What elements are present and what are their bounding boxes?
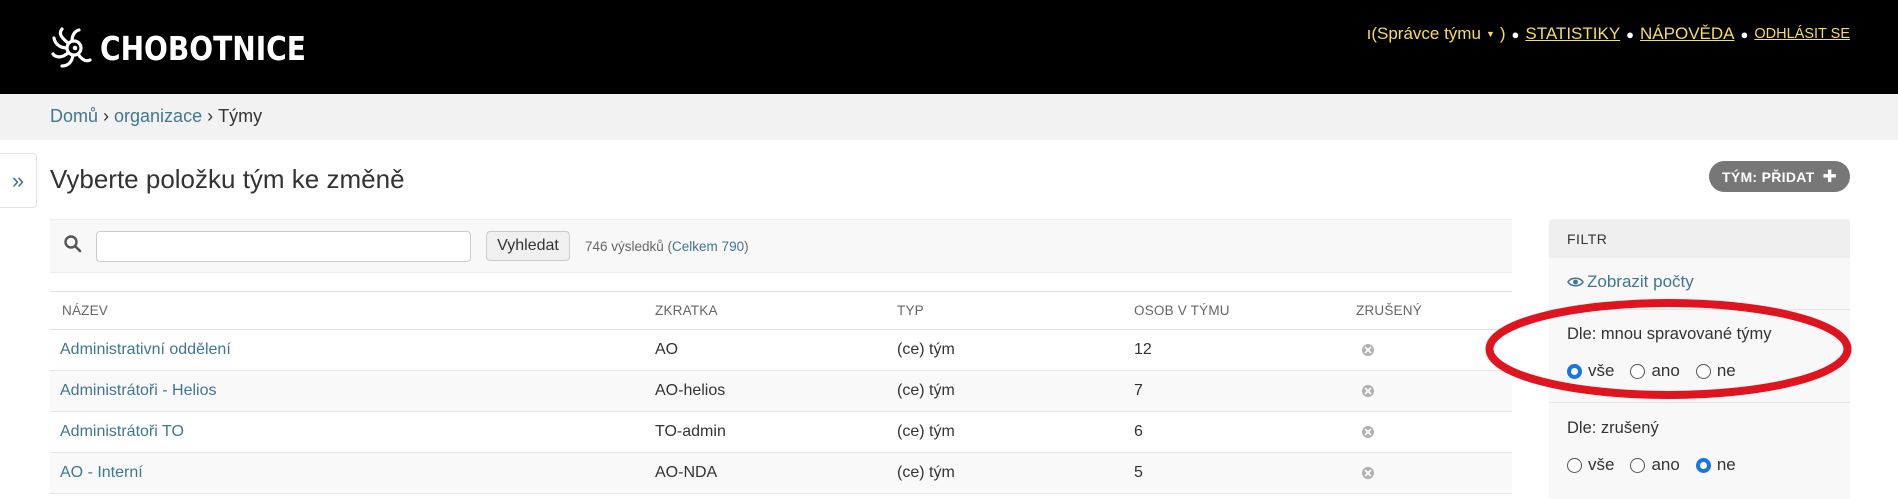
logout-link[interactable]: ODHLÁSIT SE xyxy=(1754,26,1850,42)
cell-name: Administrátoři - Helios xyxy=(50,370,654,412)
column-header-count[interactable]: OSOB V TÝMU xyxy=(1134,291,1356,330)
result-count-end: ) xyxy=(744,239,749,254)
octopus-logo-icon xyxy=(51,27,92,68)
table-header-row: NÁZEV ZKRATKA TYP OSOB V TÝMU ZRUŠENÝ xyxy=(50,291,1512,330)
cell-name: Administrativní oddělení xyxy=(50,329,654,371)
team-link[interactable]: Administrativní oddělení xyxy=(60,341,231,358)
filter-option-cancelled-yes[interactable]: ano xyxy=(1630,455,1680,475)
no-icon xyxy=(1362,343,1374,356)
search-button[interactable]: Vyhledat xyxy=(486,231,570,261)
cell-count: 12 xyxy=(1134,329,1356,371)
cell-type: (ce) tým xyxy=(897,452,1134,494)
table-row: Administrátoři TO TO-admin (ce) tým 6 xyxy=(50,411,1512,453)
brand[interactable]: CHOBOTNICE xyxy=(50,26,342,70)
cell-count: 5 xyxy=(1134,452,1356,494)
show-counts-label: Zobrazit počty xyxy=(1587,272,1694,291)
no-icon xyxy=(1362,466,1374,479)
plus-icon: ✚ xyxy=(1822,167,1838,186)
no-icon xyxy=(1362,425,1374,438)
radio-label: vše xyxy=(1588,455,1615,474)
radio-unchecked-icon[interactable] xyxy=(1567,457,1582,473)
table-row: Administrativní oddělení AO (ce) tým 12 xyxy=(50,329,1512,371)
add-team-button[interactable]: TÝM: PŘIDAT ✚ xyxy=(1709,161,1850,192)
results-table: NÁZEV ZKRATKA TYP OSOB V TÝMU ZRUŠENÝ Ad… xyxy=(50,291,1512,494)
show-all-link[interactable]: Celkem 790 xyxy=(672,239,744,254)
no-icon xyxy=(1362,384,1374,397)
add-team-label: TÝM: PŘIDAT xyxy=(1721,168,1815,185)
team-link[interactable]: Administrátoři TO xyxy=(60,423,184,440)
separator-dot: ● xyxy=(1740,26,1749,42)
column-header-name[interactable]: NÁZEV xyxy=(50,291,654,330)
cell-abbr: TO-admin xyxy=(654,411,897,453)
cell-count: 7 xyxy=(1134,370,1356,412)
radio-label: ano xyxy=(1651,455,1680,474)
radio-unchecked-icon[interactable] xyxy=(1630,457,1646,473)
separator-dot: ● xyxy=(1626,26,1635,42)
help-link[interactable]: NÁPOVĚDA xyxy=(1640,24,1734,44)
cell-count: 6 xyxy=(1134,411,1356,453)
breadcrumb-home[interactable]: Domů xyxy=(50,106,98,126)
team-link[interactable]: Administrátoři - Helios xyxy=(60,382,216,399)
cell-type: (ce) tým xyxy=(897,329,1134,371)
brand-name: CHOBOTNICE xyxy=(100,28,306,68)
cell-abbr: AO xyxy=(654,329,897,371)
role-selector[interactable]: Správce týmu xyxy=(1377,24,1481,44)
eye-icon xyxy=(1567,277,1584,287)
filter-divider xyxy=(1549,402,1850,403)
search-input[interactable] xyxy=(96,231,471,262)
breadcrumb-organizace[interactable]: organizace xyxy=(114,106,202,126)
breadcrumb-separator: › xyxy=(207,106,214,126)
radio-label: ne xyxy=(1716,455,1736,474)
page-title: Vyberte položku tým ke změně xyxy=(50,164,405,194)
annotation-ellipse xyxy=(1485,299,1852,399)
column-header-type[interactable]: TYP xyxy=(897,291,1134,330)
cell-type: (ce) tým xyxy=(897,370,1134,412)
cell-type: (ce) tým xyxy=(897,411,1134,453)
user-tools: ı ( Správce týmu ▼ ) ● STATISTIKY ● NÁPO… xyxy=(1367,24,1850,44)
column-header-abbr[interactable]: ZKRATKA xyxy=(654,291,897,330)
cell-cancelled xyxy=(1356,452,1512,494)
show-counts-link[interactable]: Zobrazit počty xyxy=(1567,272,1694,292)
separator-dot: ● xyxy=(1511,26,1520,42)
result-count-text: 746 výsledků ( xyxy=(585,239,673,254)
cell-name: AO - Interní xyxy=(50,452,654,494)
filter-options-cancelled: vše ano ne xyxy=(1567,455,1752,475)
filter-title: FILTR xyxy=(1549,219,1850,258)
radio-checked-icon[interactable] xyxy=(1695,457,1711,473)
table-row: Administrátoři - Helios AO-helios (ce) t… xyxy=(50,370,1512,412)
site-header: CHOBOTNICE ı ( Správce týmu ▼ ) ● STATIS… xyxy=(0,0,1898,94)
cell-name: Administrátoři TO xyxy=(50,411,654,453)
filter-option-cancelled-no[interactable]: ne xyxy=(1695,455,1736,475)
breadcrumb-separator: › xyxy=(103,106,110,126)
breadcrumb: Domů › organizace › Týmy xyxy=(0,94,1898,140)
search-icon xyxy=(64,235,82,253)
breadcrumb-current: Týmy xyxy=(218,106,263,126)
nav-sidebar-toggle[interactable]: » xyxy=(0,153,37,208)
statistics-link[interactable]: STATISTIKY xyxy=(1525,24,1620,44)
filter-group-title-cancelled: Dle: zrušený xyxy=(1567,419,1659,437)
role-paren-close: ) xyxy=(1499,24,1506,43)
cell-cancelled xyxy=(1356,411,1512,453)
caret-down-icon[interactable]: ▼ xyxy=(1486,29,1495,39)
cell-abbr: AO-helios xyxy=(654,370,897,412)
table-row: AO - Interní AO-NDA (ce) tým 5 xyxy=(50,452,1512,494)
cell-abbr: AO-NDA xyxy=(654,452,897,494)
result-count: 746 výsledků (Celkem 790) xyxy=(585,239,749,254)
search-toolbar: Vyhledat 746 výsledků (Celkem 790) xyxy=(50,219,1512,273)
filter-option-cancelled-all[interactable]: vše xyxy=(1567,455,1614,475)
team-link[interactable]: AO - Interní xyxy=(60,464,143,481)
